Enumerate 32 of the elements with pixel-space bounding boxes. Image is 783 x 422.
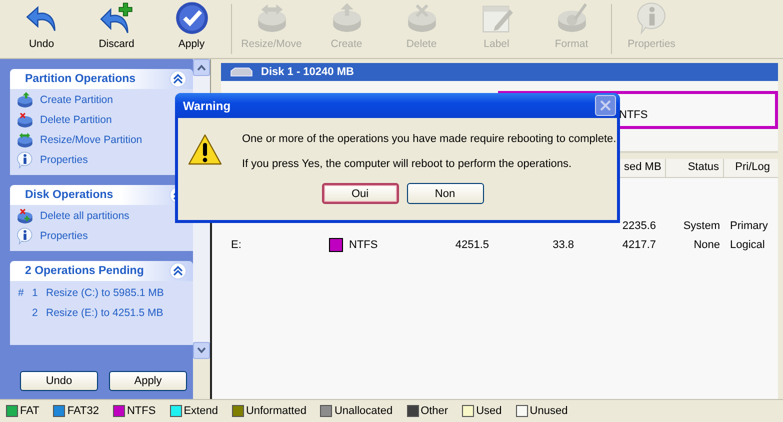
legend-label: FAT [20,405,40,417]
table-cell-text: 33.8 [552,238,574,250]
dialog-message: If you press Yes, the computer will reboot to perform the operations. [242,158,573,170]
legend-label: Unused [530,405,568,417]
legend-label: FAT32 [67,405,99,417]
table-cell-text: Logical [729,238,766,250]
dialog-message: One or more of the operations you have made require rebooting to complete. [242,133,616,145]
legend-label: Other [420,405,448,417]
dialog-title: Warning [183,98,231,112]
operation-number: 2 [32,307,39,319]
partition-label: NTFS [619,109,648,121]
legend-label: Unallocated [334,405,393,417]
table-cell-text: NTFS [349,238,379,250]
table-cell-text: 4217.7 [621,238,656,250]
table-cell-text: System [682,220,720,232]
legend-label: Unformatted [246,405,306,417]
hash-mark: # [17,287,25,299]
panel-title: Disk Operations [25,189,114,201]
table-cell-text: E: [231,238,242,250]
legend-label: NTFS [126,405,156,417]
legend-label: Extend [184,405,218,417]
disk-title: Disk 1 - 10240 MB [261,66,354,78]
legend-label: Used [476,405,502,417]
table-cell-text: None [692,238,720,250]
table-cell-text: 4251.5 [454,238,489,250]
pending-operation: Resize (C:) to 5985.1 MB [46,287,164,299]
operation-number: 1 [32,287,39,299]
panel-title: Partition Operations [25,73,136,85]
panel-title: 2 Operations Pending [25,265,144,277]
table-cell-text: 2235.6 [621,220,656,232]
pending-operation: Resize (E:) to 4251.5 MB [46,307,164,319]
table-cell-text: Primary [729,220,769,232]
